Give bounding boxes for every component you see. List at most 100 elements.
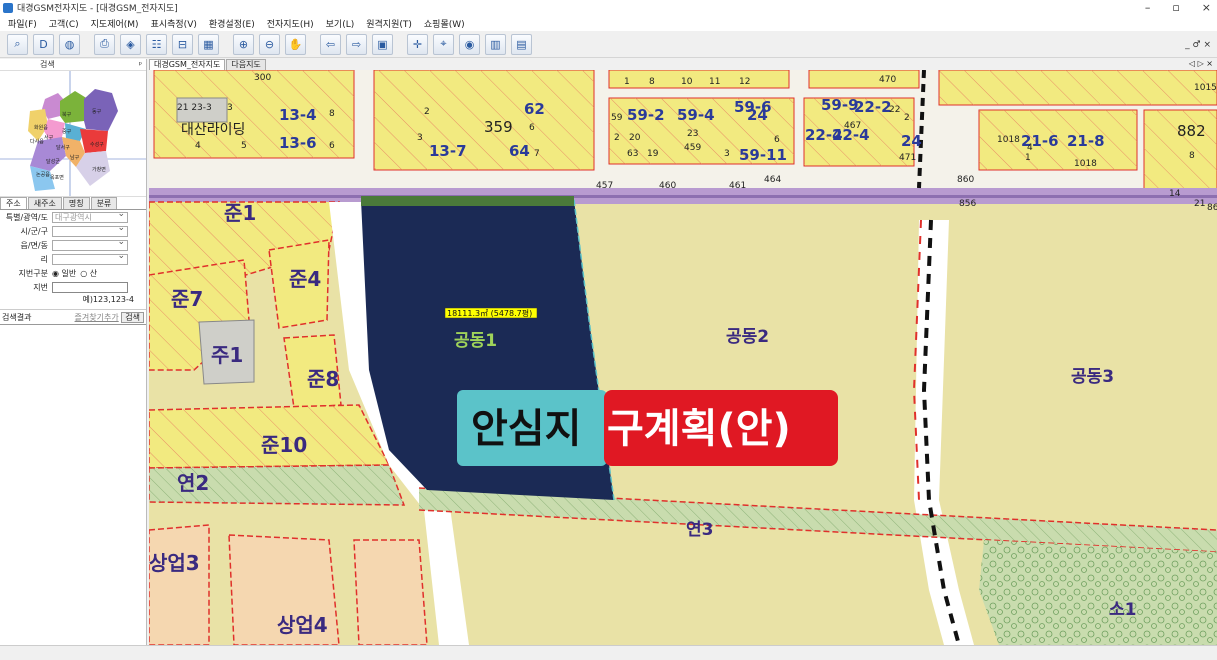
parcel-number-label: 467 xyxy=(844,121,861,131)
cube-icon[interactable]: ▣ xyxy=(372,33,393,55)
columns-icon[interactable]: ▥ xyxy=(485,33,506,55)
globe-icon[interactable]: ◍ xyxy=(59,33,80,55)
parcel-number-label: 2 xyxy=(904,113,910,123)
close-button[interactable]: × xyxy=(1202,1,1211,14)
menu-item[interactable]: 전자지도(H) xyxy=(267,17,314,30)
zone-label: 공동2 xyxy=(726,327,769,347)
doc-tab-gsm-map[interactable]: 대경GSM_전자지도 xyxy=(149,59,226,70)
menu-item[interactable]: 표시측정(V) xyxy=(151,17,197,30)
parcel-number-label: 21 xyxy=(1194,199,1205,209)
minimap-district-label: 중구 xyxy=(62,129,72,135)
ruler-icon[interactable]: ⊟ xyxy=(172,33,193,55)
tab-category[interactable]: 분류 xyxy=(90,197,118,209)
parcel-number-label: 300 xyxy=(254,73,271,83)
zone-label: 준7 xyxy=(171,287,203,311)
zone-label: 공동3 xyxy=(1071,367,1114,387)
jibun-type-general-radio[interactable]: ◉ 일반 xyxy=(52,268,76,279)
arrow-left-icon[interactable]: ⇦ xyxy=(320,33,341,55)
zone-label: 상업4 xyxy=(277,613,328,637)
parcel-number-label: 359 xyxy=(484,118,513,136)
grid-icon[interactable]: ▦ xyxy=(198,33,219,55)
eupmyeondong-select[interactable] xyxy=(52,238,128,251)
minimap-district-label: 달서구 xyxy=(56,144,70,151)
search-panel: 검색 ᵖ 북구 동구 서구 중구 화원읍 다사읍 달서구 수성구 달성군 남구 가창면 논공읍 옥포면 … xyxy=(0,59,147,645)
parcel-number-label: 470 xyxy=(879,75,896,85)
tab-address[interactable]: 주소 xyxy=(0,197,27,209)
parcel-number-label: 856 xyxy=(959,199,976,209)
marker-icon[interactable]: ◉ xyxy=(459,33,480,55)
parcel-number-label: 2 xyxy=(614,133,620,143)
parcel-number-label: 862 xyxy=(1207,203,1217,213)
restore-button[interactable]: ▫ xyxy=(1172,1,1179,14)
pan-hand-icon[interactable]: ✋ xyxy=(285,33,306,55)
menu-item[interactable]: 환경설정(E) xyxy=(209,17,255,30)
gsm-search-icon[interactable]: ⌕ xyxy=(7,33,28,55)
parcel-number-label: 62 xyxy=(524,100,545,118)
parcel-number-label: 13-4 xyxy=(279,106,317,124)
table-icon[interactable]: ▤ xyxy=(511,33,532,55)
parcel-number-label: 860 xyxy=(957,175,974,185)
parcel-number-label: 59 xyxy=(611,113,623,123)
crosshair-icon[interactable]: ⌖ xyxy=(433,33,454,55)
result-bar: 검색결과 즐겨찾기추가 검색 xyxy=(0,309,146,325)
parcel-number-label: 21 23-3 xyxy=(177,103,212,113)
district-minimap[interactable]: 북구 동구 서구 중구 화원읍 다사읍 달서구 수성구 달성군 남구 가창면 논공읍 옥포면 xyxy=(0,71,146,197)
menu-item[interactable]: 쇼핑몰(W) xyxy=(424,17,465,30)
doc-tab-nav[interactable]: ◁ ▷ × xyxy=(1189,59,1213,68)
print-icon[interactable]: ⎙ xyxy=(94,33,115,55)
minimap-district-label: 논공읍 xyxy=(36,172,50,178)
parcel-number-label: 11 xyxy=(709,77,720,87)
parcel-number-label: 59-9 xyxy=(821,96,859,114)
parcel-number-label: 20 xyxy=(629,133,641,143)
title-bar: 대경GSM전자지도 - [대경GSM_전자지도] – ▫ × xyxy=(0,0,1217,15)
zoom-out-icon[interactable]: ⊖ xyxy=(259,33,280,55)
zone-label: 연3 xyxy=(686,520,713,540)
parcel-number-label: 4 xyxy=(1027,143,1033,153)
parcel-number-label: 59-2 xyxy=(627,106,665,124)
search-panel-header: 검색 ᵖ xyxy=(0,59,146,71)
layers-icon[interactable]: ☷ xyxy=(146,33,167,55)
parcel-number-label: 12 xyxy=(739,77,750,87)
menu-item[interactable]: 원격지원(T) xyxy=(366,17,412,30)
menu-item[interactable]: 파일(F) xyxy=(8,17,37,30)
ri-select[interactable] xyxy=(52,252,128,265)
d-icon[interactable]: D xyxy=(33,33,54,55)
pin-icon[interactable]: ᵖ xyxy=(139,60,142,69)
menu-item[interactable]: 지도제어(M) xyxy=(91,17,139,30)
eupmyeondong-label: 읍/면/동 xyxy=(20,241,48,250)
menu-bar: 파일(F) 고객(C) 지도제어(M) 표시측정(V) 환경설정(E) 전자지도(H) 보기… xyxy=(0,15,1217,31)
parcel-number-label: 461 xyxy=(729,181,746,191)
mdi-window-controls[interactable]: _ ♂ × xyxy=(1185,40,1211,50)
minimap-district-label: 가창면 xyxy=(92,166,106,173)
parcel-number-label: 2 xyxy=(424,107,430,117)
parcel-edge xyxy=(361,196,574,206)
tab-new-address[interactable]: 새주소 xyxy=(27,197,62,209)
add-favorite-button[interactable]: 즐겨찾기추가 xyxy=(75,313,119,322)
parcel-number-label: 7 xyxy=(534,149,540,159)
minimap-district-label: 달성군 xyxy=(46,158,60,165)
banner-left-text: 안심지 xyxy=(471,406,581,452)
parcel-number-label: 471 xyxy=(899,153,916,163)
map-icon[interactable]: ◈ xyxy=(120,33,141,55)
menu-item[interactable]: 고객(C) xyxy=(49,17,79,30)
sigungu-select[interactable] xyxy=(52,224,128,237)
form-row-jibun: 지번 xyxy=(0,281,146,294)
map-canvas[interactable]: 21 23-3 3 13-4 8 대산라이딩 4 5 13-6 6 2 62 359 6 3 13-7 64 7… xyxy=(149,70,1217,645)
zone-label: 주1 xyxy=(211,343,243,367)
tab-name[interactable]: 명칭 xyxy=(62,197,90,209)
parcel-number-label: 19 xyxy=(647,149,659,159)
parcel-number-label: 22 xyxy=(889,105,900,115)
zone-label: 공동1 xyxy=(454,331,497,351)
menu-item[interactable]: 보기(L) xyxy=(326,17,355,30)
jibun-type-san-radio[interactable]: ○ 산 xyxy=(80,268,97,279)
sido-select[interactable]: 대구광역시 xyxy=(52,210,128,223)
jibun-label: 지번 xyxy=(33,283,48,292)
zoom-in-icon[interactable]: ⊕ xyxy=(233,33,254,55)
minimize-button[interactable]: – xyxy=(1145,1,1151,14)
doc-tab-daum-map[interactable]: 다음지도 xyxy=(226,59,266,70)
search-button[interactable]: 검색 xyxy=(121,311,144,323)
jibun-input[interactable] xyxy=(52,282,128,293)
arrow-right-icon[interactable]: ⇨ xyxy=(346,33,367,55)
cross-arrows-icon[interactable]: ✛ xyxy=(407,33,428,55)
parcel-number-label: 24 xyxy=(901,132,922,150)
